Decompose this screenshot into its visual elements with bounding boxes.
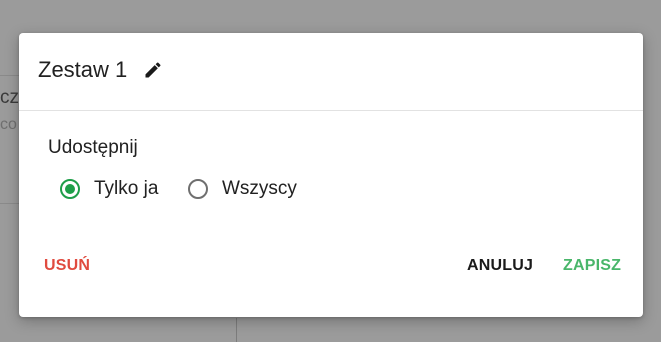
share-set-dialog: Zestaw 1 Udostępnij Tylko ja Wszyscy USU… [19,33,643,317]
radio-label-everyone: Wszyscy [222,178,297,199]
background-text-fragment: cz [0,87,19,108]
dialog-header: Zestaw 1 [19,33,643,111]
delete-button[interactable]: USUŃ [44,257,90,275]
radio-checked-icon[interactable] [60,179,80,199]
background-subtext-fragment: co [0,116,17,133]
cancel-button[interactable]: ANULUJ [467,257,533,275]
radio-unchecked-icon[interactable] [188,179,208,199]
background-divider [236,318,237,342]
save-button[interactable]: ZAPISZ [563,257,621,275]
dialog-title: Zestaw 1 [38,57,128,82]
pencil-icon[interactable] [143,60,163,80]
radio-label-only-me: Tylko ja [94,178,159,199]
share-section-label: Udostępnij [48,137,138,158]
radio-only-me[interactable]: Tylko ja [60,176,158,202]
radio-everyone[interactable]: Wszyscy [188,176,297,202]
